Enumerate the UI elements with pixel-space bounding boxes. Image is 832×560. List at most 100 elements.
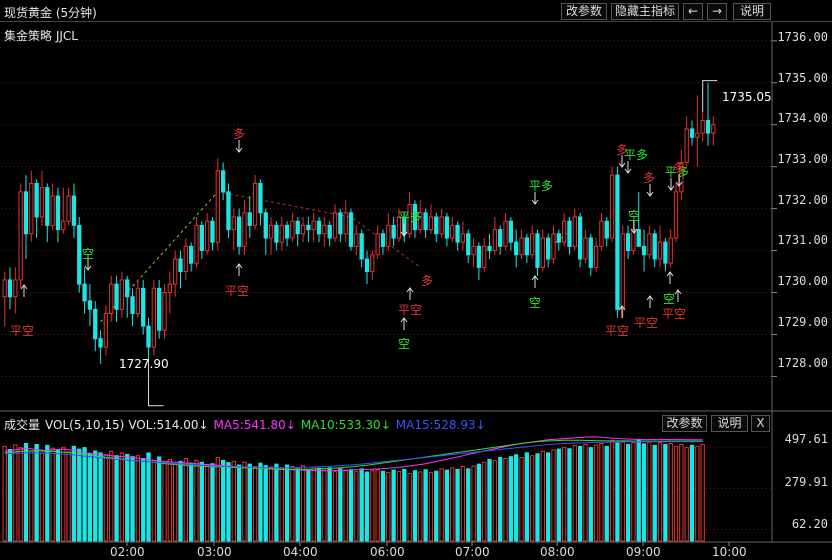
- volume-bar: [391, 469, 396, 542]
- candle-body: [316, 220, 322, 235]
- volume-bar: [700, 444, 705, 542]
- candle-body: [514, 241, 519, 256]
- volume-bar: [220, 459, 226, 542]
- candle-body: [471, 245, 476, 256]
- volume-help-button[interactable]: 说明: [711, 415, 748, 432]
- volume-bar: [231, 460, 236, 542]
- candle-body: [561, 220, 567, 243]
- candle-body: [23, 191, 29, 235]
- candle-body: [45, 187, 50, 226]
- candle-body: [226, 191, 231, 231]
- candle-body: [66, 195, 71, 222]
- time-tick-0600: 06:00: [370, 545, 405, 559]
- candle-body: [189, 245, 194, 264]
- last-price-leader: [702, 80, 718, 113]
- candle-body: [348, 212, 354, 247]
- signal-kong-1: 空: [82, 247, 95, 261]
- candle-body: [7, 279, 13, 298]
- candle-body: [546, 237, 551, 260]
- time-tick-0300: 03:00: [197, 545, 232, 559]
- volume-bar: [535, 453, 540, 542]
- candle-body: [322, 224, 327, 235]
- volume-bar: [2, 445, 7, 542]
- volume-tick-mid: 279.91: [784, 475, 828, 489]
- volume-bar: [482, 461, 487, 542]
- price-tick-1730: 1730.00: [777, 274, 828, 288]
- signal-ping-duo-2: 平多: [529, 179, 554, 193]
- volume-bar: [593, 444, 599, 542]
- volume-bar: [540, 450, 545, 542]
- candle-body: [55, 195, 61, 231]
- volume-bar: [695, 445, 700, 542]
- volume-bar: [604, 445, 609, 542]
- candle-body: [71, 195, 77, 226]
- candle-body: [551, 233, 556, 260]
- volume-bar: [588, 447, 593, 542]
- candle-body: [135, 287, 141, 314]
- candle-body: [18, 191, 23, 281]
- volume-tick-high: 497.61: [784, 432, 828, 446]
- volume-bar: [146, 452, 151, 542]
- volume-bar: [130, 456, 135, 542]
- signal-arrow-up: [666, 271, 674, 284]
- volume-bar: [407, 473, 412, 542]
- time-tick-0900: 09:00: [626, 545, 661, 559]
- price-chart[interactable]: [0, 0, 832, 560]
- candle-body: [146, 325, 151, 348]
- candle-body: [151, 287, 157, 348]
- volume-bar: [434, 470, 439, 542]
- candle-body: [311, 220, 316, 231]
- volume-close-button[interactable]: X: [751, 415, 770, 432]
- candle-body: [173, 258, 178, 285]
- volume-bar: [178, 460, 183, 542]
- candle-body: [711, 124, 716, 134]
- volume-bar: [380, 470, 386, 542]
- volume-bar: [50, 447, 55, 542]
- volume-bar: [268, 466, 274, 542]
- volume-bar: [498, 457, 503, 542]
- candle-body: [689, 128, 695, 138]
- volume-bar: [204, 465, 210, 542]
- candle-body: [668, 237, 673, 264]
- candle-body: [98, 338, 103, 348]
- signal-ping-kong-6: 平空: [662, 307, 687, 321]
- candle-body: [508, 220, 514, 243]
- candle-body: [391, 224, 396, 239]
- volume-bar: [370, 470, 375, 542]
- signal-kong-2: 空: [398, 337, 411, 351]
- candle-body: [327, 224, 332, 239]
- candle-body: [375, 233, 380, 256]
- volume-bar: [386, 472, 391, 542]
- candle-body: [460, 233, 466, 243]
- volume-bar: [93, 450, 98, 542]
- volume-bar: [476, 463, 482, 542]
- price-tick-1734: 1734.00: [777, 111, 828, 125]
- signal-arrow-up: [400, 317, 408, 330]
- candle-body: [492, 229, 498, 252]
- volume-bar: [412, 470, 418, 542]
- signal-ping-kong-2: 平空: [225, 284, 250, 298]
- candle-body: [39, 187, 45, 218]
- volume-bar: [567, 448, 572, 542]
- signal-ping-kong-1: 平空: [10, 324, 35, 338]
- signal-duo-5: 多: [673, 161, 686, 175]
- volume-bar: [258, 462, 263, 542]
- price-tick-1729: 1729.00: [777, 315, 828, 329]
- trading-app: 现货黄金 (5分钟) 改参数 隐藏主指标 ← → 说明 集金策略 JJCL 17…: [0, 0, 832, 560]
- signal-ping-kong-3: 平空: [398, 303, 423, 317]
- candle-body: [162, 292, 167, 331]
- candle-body: [380, 233, 386, 247]
- candle-body: [577, 216, 583, 260]
- price-tick-1733: 1733.00: [777, 152, 828, 166]
- volume-bar: [572, 444, 577, 542]
- volume-bar: [98, 452, 103, 542]
- candle-body: [130, 296, 135, 314]
- candle-body: [300, 224, 306, 235]
- volume-bar: [141, 458, 146, 542]
- candle-body: [615, 174, 620, 310]
- volume-change-params-button[interactable]: 改参数: [662, 415, 707, 432]
- volume-bar: [332, 471, 338, 542]
- signal-duo-4: 多: [643, 171, 656, 185]
- volume-bar: [668, 443, 673, 542]
- volume-bar: [684, 447, 689, 542]
